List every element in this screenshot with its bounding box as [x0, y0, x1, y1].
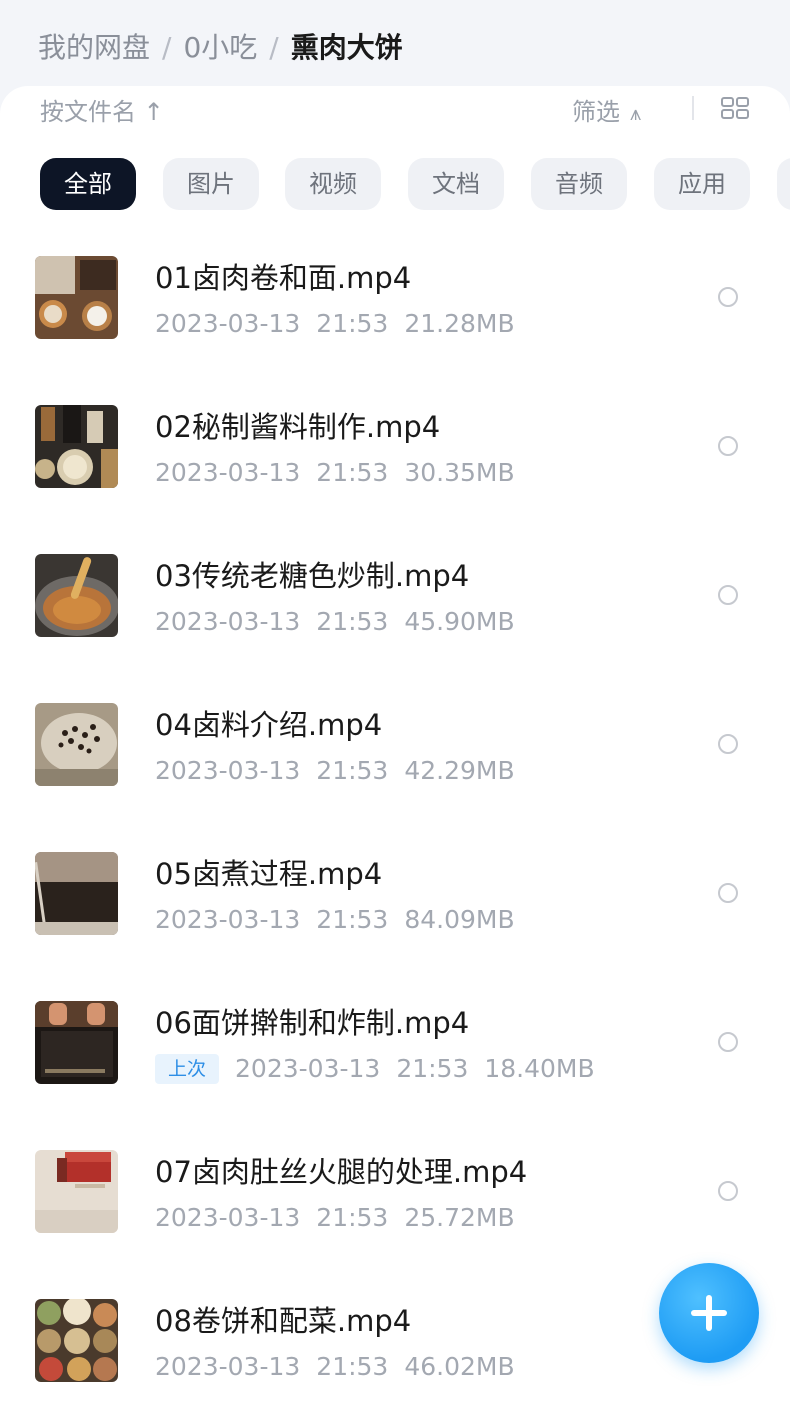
chip-all[interactable]: 全部 — [40, 158, 136, 210]
select-radio[interactable] — [718, 734, 738, 754]
sort-toolbar: 按文件名 ↑ 筛选 ⩚ — [0, 86, 790, 126]
file-time: 21:53 — [316, 309, 389, 338]
breadcrumb-separator: / — [162, 31, 172, 64]
file-time: 21:53 — [316, 905, 389, 934]
file-meta: 2023-03-13 21:53 30.35MB — [155, 457, 531, 489]
file-size: 42.29MB — [404, 756, 515, 785]
video-thumbnail-icon — [35, 703, 118, 786]
file-meta: 2023-03-13 21:53 25.72MB — [155, 1202, 531, 1234]
file-row[interactable]: 01卤肉卷和面.mp4 2023-03-13 21:53 21.28MB — [0, 242, 790, 391]
file-date: 2023-03-13 — [155, 607, 301, 636]
file-date: 2023-03-13 — [155, 309, 301, 338]
select-radio[interactable] — [718, 436, 738, 456]
breadcrumb-parent[interactable]: 0小吃 — [183, 31, 257, 64]
file-row[interactable]: 03传统老糖色炒制.mp4 2023-03-13 21:53 45.90MB — [0, 540, 790, 689]
video-thumbnail-icon — [35, 1150, 118, 1233]
breadcrumb-root[interactable]: 我的网盘 — [38, 31, 150, 64]
video-thumbnail-icon — [35, 405, 118, 488]
file-row[interactable]: 02秘制酱料制作.mp4 2023-03-13 21:53 30.35MB — [0, 391, 790, 540]
file-name: 08卷饼和配菜.mp4 — [155, 1304, 412, 1338]
select-radio[interactable] — [718, 883, 738, 903]
file-name: 03传统老糖色炒制.mp4 — [155, 559, 470, 593]
file-date: 2023-03-13 — [155, 756, 301, 785]
plus-icon — [691, 1295, 727, 1331]
video-thumbnail-icon — [35, 256, 118, 339]
file-row[interactable]: 04卤料介绍.mp4 2023-03-13 21:53 42.29MB — [0, 689, 790, 838]
file-size: 30.35MB — [404, 458, 515, 487]
file-name: 02秘制酱料制作.mp4 — [155, 410, 441, 444]
file-size: 45.90MB — [404, 607, 515, 636]
file-meta: 2023-03-13 21:53 84.09MB — [155, 904, 531, 936]
chip-more[interactable] — [777, 158, 790, 210]
file-date: 2023-03-13 — [235, 1054, 381, 1083]
file-list-panel: 按文件名 ↑ 筛选 ⩚ 全部 图片 视频 文档 音频 应用 01卤肉卷和面.mp… — [0, 86, 790, 1404]
file-meta: 2023-03-13 21:53 45.90MB — [155, 606, 531, 638]
file-row[interactable]: 06面饼擀制和炸制.mp4 上次 2023-03-13 21:53 18.40MB — [0, 987, 790, 1136]
file-meta: 2023-03-13 21:53 46.02MB — [155, 1351, 531, 1383]
chip-audio[interactable]: 音频 — [531, 158, 627, 210]
select-radio[interactable] — [718, 585, 738, 605]
toolbar-divider — [692, 96, 694, 120]
file-name: 01卤肉卷和面.mp4 — [155, 261, 412, 295]
select-radio[interactable] — [718, 287, 738, 307]
file-size: 21.28MB — [404, 309, 515, 338]
chip-apps[interactable]: 应用 — [654, 158, 750, 210]
chip-documents[interactable]: 文档 — [408, 158, 504, 210]
file-time: 21:53 — [316, 458, 389, 487]
file-name: 07卤肉肚丝火腿的处理.mp4 — [155, 1155, 528, 1189]
select-radio[interactable] — [718, 1032, 738, 1052]
file-size: 46.02MB — [404, 1352, 515, 1381]
filter-label: 筛选 — [572, 98, 620, 126]
last-viewed-badge: 上次 — [155, 1054, 220, 1084]
video-thumbnail-icon — [35, 1001, 118, 1084]
file-row[interactable]: 07卤肉肚丝火腿的处理.mp4 2023-03-13 21:53 25.72MB — [0, 1136, 790, 1285]
select-radio[interactable] — [718, 1181, 738, 1201]
file-meta: 2023-03-13 21:53 42.29MB — [155, 755, 531, 787]
breadcrumb: 我的网盘 / 0小吃 / 熏肉大饼 — [38, 28, 403, 68]
file-meta: 上次 2023-03-13 21:53 18.40MB — [155, 1053, 611, 1085]
file-time: 21:53 — [316, 756, 389, 785]
sort-button[interactable]: 按文件名 ↑ — [40, 92, 164, 127]
breadcrumb-current: 熏肉大饼 — [290, 31, 403, 64]
add-button[interactable] — [659, 1263, 759, 1363]
file-time: 21:53 — [316, 1352, 389, 1381]
file-meta: 2023-03-13 21:53 21.28MB — [155, 308, 531, 340]
breadcrumb-separator: / — [269, 31, 279, 64]
grid-view-icon[interactable] — [720, 96, 750, 120]
chip-videos[interactable]: 视频 — [285, 158, 381, 210]
file-name: 06面饼擀制和炸制.mp4 — [155, 1006, 470, 1040]
file-date: 2023-03-13 — [155, 905, 301, 934]
file-time: 21:53 — [316, 607, 389, 636]
file-size: 18.40MB — [484, 1054, 595, 1083]
type-filter-chips: 全部 图片 视频 文档 音频 应用 — [0, 158, 790, 210]
file-date: 2023-03-13 — [155, 1203, 301, 1232]
file-name: 05卤煮过程.mp4 — [155, 857, 383, 891]
file-time: 21:53 — [316, 1203, 389, 1232]
file-date: 2023-03-13 — [155, 458, 301, 487]
file-name: 04卤料介绍.mp4 — [155, 708, 383, 742]
chip-images[interactable]: 图片 — [163, 158, 259, 210]
video-thumbnail-icon — [35, 1299, 118, 1382]
file-time: 21:53 — [396, 1054, 469, 1083]
file-size: 25.72MB — [404, 1203, 515, 1232]
filter-button[interactable]: 筛选 ⩚ — [572, 92, 641, 127]
filter-icon: ⩚ — [630, 101, 642, 125]
video-thumbnail-icon — [35, 554, 118, 637]
file-row[interactable]: 05卤煮过程.mp4 2023-03-13 21:53 84.09MB — [0, 838, 790, 987]
file-date: 2023-03-13 — [155, 1352, 301, 1381]
file-size: 84.09MB — [404, 905, 515, 934]
video-thumbnail-icon — [35, 852, 118, 935]
